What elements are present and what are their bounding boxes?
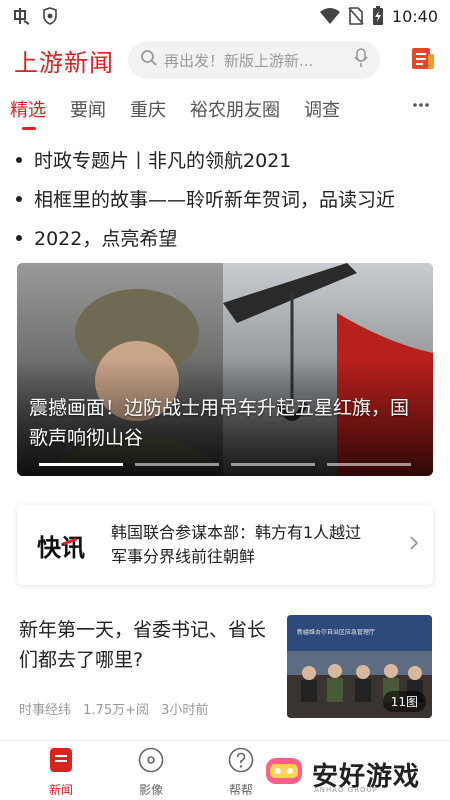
article-reads: 1.75万+阅 — [83, 703, 149, 718]
tab-top-news[interactable]: 要闻 — [70, 88, 106, 132]
nav-news[interactable]: 新闻 — [16, 741, 106, 800]
video-icon — [138, 747, 164, 777]
flash-news-text: 韩国联合参谋本部：韩方有1人越过军事分界线前往朝鲜 — [111, 523, 362, 566]
help-icon — [228, 747, 254, 777]
clock: 10:40 — [391, 6, 438, 26]
app-header: 上游新闻 再出发！新版上游新... — [0, 38, 450, 82]
search-bar[interactable]: 再出发！新版上游新... — [128, 41, 380, 79]
nav-video[interactable]: 影像 — [106, 741, 196, 800]
article-meta: 时事经纬 1.75万+阅 3小时前 — [19, 699, 216, 718]
flash-news-logo: 快讯 — [37, 532, 85, 562]
app-notification-icon — [12, 6, 32, 26]
headline-text: 时政专题片丨非凡的领航2021 — [34, 150, 292, 172]
article-title: 新年第一天，省委书记、省长们都去了哪里? — [19, 619, 267, 671]
newspaper-icon[interactable] — [410, 45, 436, 75]
tab-investigation[interactable]: 调查 — [304, 88, 340, 132]
article-time: 3小时前 — [161, 703, 209, 718]
status-bar: 10:40 — [0, 0, 450, 32]
watermark-sub: ANHAO GROUP — [314, 786, 378, 794]
headline-list: 时政专题片丨非凡的领航2021 相框里的故事——聆听新年贺词，品读习近 2022… — [16, 140, 436, 257]
nav-label: 新闻 — [48, 783, 73, 797]
nav-label: 帮帮 — [228, 783, 253, 797]
search-placeholder: 再出发！新版上游新... — [164, 51, 314, 70]
hero-title: 震撼画面！边防战士用吊车升起五星红旗，国歌声响彻山谷 — [29, 397, 410, 449]
channel-tabs: 精选 要闻 重庆 裕农朋友圈 调查 — [0, 88, 450, 132]
headline-text: 相框里的故事——聆听新年贺词，品读习近 — [34, 189, 396, 211]
shield-icon — [42, 7, 58, 25]
tab-chongqing[interactable]: 重庆 — [130, 88, 166, 132]
battery-icon — [372, 6, 384, 26]
image-count-badge: 11图 — [382, 691, 426, 712]
article-source: 时事经纬 — [19, 703, 72, 718]
carousel-dot[interactable] — [327, 463, 411, 466]
watermark: 安好游戏 ANHAO GROUP — [262, 748, 450, 800]
bullet-icon — [16, 195, 22, 202]
thumb-sign-text: 新疆维吾尔自治区应急管理厅 — [297, 629, 376, 636]
brand-logo: 上游新闻 — [14, 48, 114, 77]
carousel-dot[interactable] — [135, 463, 219, 466]
carousel-dot[interactable] — [39, 463, 123, 466]
bullet-icon — [16, 234, 22, 241]
search-icon — [140, 49, 158, 71]
headline-item[interactable]: 时政专题片丨非凡的领航2021 — [16, 140, 436, 179]
more-tabs-icon[interactable] — [412, 88, 430, 122]
microphone-icon[interactable] — [354, 48, 368, 72]
news-article[interactable]: 新年第一天，省委书记、省长们都去了哪里? 时事经纬 1.75万+阅 3小时前 新… — [19, 615, 433, 725]
headline-item[interactable]: 2022，点亮希望 — [16, 218, 436, 257]
tab-featured[interactable]: 精选 — [10, 88, 46, 132]
hero-carousel[interactable]: 震撼画面！边防战士用吊车升起五星红旗，国歌声响彻山谷 — [17, 263, 433, 476]
carousel-dot[interactable] — [231, 463, 315, 466]
flash-news-card[interactable]: 快讯 韩国联合参谋本部：韩方有1人越过军事分界线前往朝鲜 — [17, 505, 433, 585]
chevron-right-icon — [409, 535, 419, 555]
carousel-indicators — [39, 463, 411, 466]
headline-item[interactable]: 相框里的故事——聆听新年贺词，品读习近 — [16, 179, 436, 218]
news-icon — [49, 747, 73, 777]
headline-text: 2022，点亮希望 — [34, 228, 178, 250]
game-controller-icon — [262, 750, 306, 798]
article-thumbnail[interactable]: 新疆维吾尔自治区应急管理厅 11图 — [287, 615, 432, 718]
nav-label: 影像 — [138, 783, 163, 797]
no-sim-icon — [348, 7, 364, 25]
wifi-icon — [319, 8, 340, 24]
bullet-icon — [16, 156, 22, 163]
tab-yunong-friends[interactable]: 裕农朋友圈 — [190, 88, 280, 132]
